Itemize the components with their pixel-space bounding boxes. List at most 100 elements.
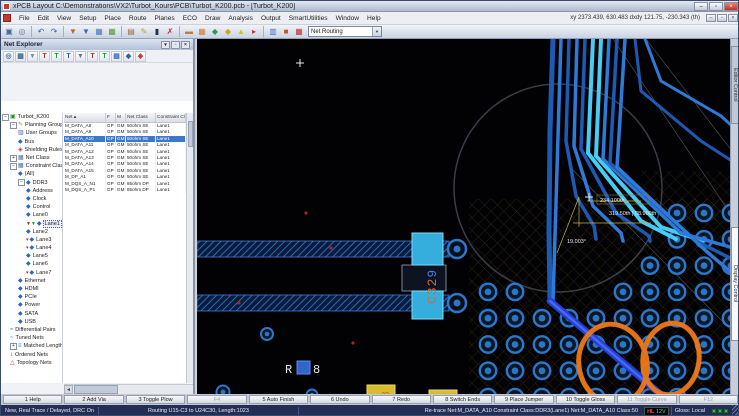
scheme-dropdown[interactable]: Net Routing ▼ [308,26,382,37]
table-vertical-scrollbar[interactable] [186,113,193,383]
tree-item-user-groups[interactable]: ▥ User Groups [1,129,62,137]
fkey-7-redo[interactable]: 7 Redo [371,395,431,404]
tree-item-lane7[interactable]: ▾ ◆ Lane7 [1,269,62,277]
menu-file[interactable]: File [15,15,34,22]
tree-item-pcie[interactable]: ◆ PCIe [1,293,62,301]
tree-item-lane5[interactable]: ◆ Lane5 [1,252,62,260]
calendar-icon[interactable]: ▦ [196,26,208,38]
grid-red-icon[interactable]: ▦ [293,26,305,38]
menu-setup[interactable]: Setup [75,15,100,22]
funnel2-icon[interactable]: ▼ [75,50,86,62]
cascade-icon[interactable]: ▥ [267,26,279,38]
expand-icon[interactable]: + [10,342,17,350]
tree-item-lane3[interactable]: ▾ ◆ Lane3 [1,236,62,244]
gem-green-icon[interactable]: ◆ [209,26,221,38]
menu-place[interactable]: Place [100,15,125,22]
gem-gold-icon[interactable]: ◆ [222,26,234,38]
panel-menu-button[interactable]: ▾ [161,40,170,49]
filter-blue-icon[interactable]: T [63,50,74,62]
minimize-button[interactable]: – [694,1,708,11]
filter-green2-icon[interactable]: T [99,50,110,62]
flask-icon[interactable]: ▮ [151,26,163,38]
save-icon[interactable]: ▣ [3,26,15,38]
place-pin-icon[interactable]: ▼ [67,26,79,38]
column-header-constraint-class[interactable]: Constraint Class [156,113,186,122]
scrollbar-thumb[interactable] [74,385,118,394]
tree-item-topology-nets[interactable]: △ Topology Nets [1,359,62,367]
menu-help[interactable]: Help [363,15,385,22]
tree-item-ddr3[interactable]: − ◆ DDR3 [1,179,62,187]
tree-item-net-class[interactable]: + ▦ Net Class [1,154,62,162]
warning-icon[interactable]: ▲ [235,26,247,38]
collapse-icon[interactable]: − [2,113,9,121]
tree-item-lane6[interactable]: ◆ Lane6 [1,260,62,268]
funnel-icon[interactable]: ▼ [27,50,38,62]
delete-icon[interactable]: ✗ [164,26,176,38]
scrollbar-thumb[interactable] [188,121,193,147]
tree-item-tuned-nets[interactable]: ~ Tuned Nets [1,334,62,342]
tree-item-clock[interactable]: ◆ Clock [1,195,62,203]
document-icon[interactable] [3,14,11,22]
collapse-icon[interactable]: − [10,121,17,129]
tab-editor-control[interactable]: Editor Control [731,46,738,124]
tree-item-lane4[interactable]: ▾ ◆ Lane4 [1,244,62,252]
table-row[interactable]: M_DQS_A_P1 GP GM 85ohm DP Lane1 [64,186,186,194]
fkey-3-toggle-plow[interactable]: 3 Toggle Plow [125,395,186,404]
tree-item-ethernet[interactable]: ◆ Ethernet [1,277,62,285]
menu-analysis[interactable]: Analysis [224,15,257,22]
fkey-2-add-via[interactable]: 2 Add Via [64,395,124,404]
collapse-icon[interactable]: − [10,162,17,170]
flag-icon[interactable]: ▸ [248,26,260,38]
menu-view[interactable]: View [53,15,75,22]
fkey-8-switch-ends[interactable]: 8 Switch Ends [432,395,493,404]
scroll-left-icon[interactable]: ◄ [64,385,73,394]
select-icon[interactable]: ◎ [3,50,14,62]
undo-icon[interactable]: ↶ [35,26,47,38]
table-horizontal-scrollbar[interactable]: ◄ [64,384,193,394]
tree-item-address[interactable]: ◆ Address [1,187,62,195]
panel-close-button[interactable]: × [181,40,190,49]
find-icon[interactable]: ◎ [16,26,28,38]
menu-window[interactable]: Window [332,15,363,22]
menu-eco[interactable]: ECO [179,15,201,22]
resize-grip[interactable] [732,405,738,415]
board-icon[interactable]: ▦ [106,26,118,38]
tree-item-bus[interactable]: ◆ Bus [1,138,62,146]
fkey-5-auto-finish[interactable]: 5 Auto Finish [248,395,309,404]
fkey-10-toggle-gloss[interactable]: 10 Toggle Gloss [555,395,616,404]
tree-item-control[interactable]: ◆ Control [1,203,62,211]
close-button[interactable]: × [724,1,738,11]
paint-icon[interactable]: ■ [280,26,292,38]
pencil-icon[interactable]: ✎ [138,26,150,38]
filter-red2-icon[interactable]: T [87,50,98,62]
tree-item-shielding-rules[interactable]: ◈ Shielding Rules [1,146,62,154]
mdi-minimize-button[interactable]: – [706,14,716,22]
tree-item-lane2[interactable]: ◆ Lane2 [1,228,62,236]
redo-icon[interactable]: ↷ [48,26,60,38]
column-header-net-class[interactable]: Net Class [126,113,156,122]
maximize-button[interactable]: ▫ [709,1,723,11]
tree-item-sata[interactable]: ◆ SATA [1,310,62,318]
collapse-icon[interactable]: − [18,179,25,187]
chevron-down-icon[interactable]: ▼ [372,27,381,36]
pcb-canvas[interactable]: C329 C63 R 8 [197,39,732,394]
notes-icon[interactable]: ▤ [125,26,137,38]
tree-item--all-[interactable]: ◆ (All) [1,170,62,178]
menu-route[interactable]: Route [125,15,151,22]
tree-item-turbot-k200[interactable]: − ▣ Turbot_K200 [1,113,62,121]
tree-item-lane1[interactable]: ▼▼ ◆ Lane1 [1,219,62,228]
tree-item-ordered-nets[interactable]: ↕ Ordered Nets [1,350,62,358]
fkey-6-undo[interactable]: 6 Undo [310,395,370,404]
fkey-1-help[interactable]: 1 Help [3,395,63,404]
filter-red-icon[interactable]: T [39,50,50,62]
tree-item-hdmi[interactable]: ◆ HDMI [1,285,62,293]
route-pin-icon[interactable]: ▼ [80,26,92,38]
net-explorer-header[interactable]: Net Explorer ▾ ▫ × [1,39,193,50]
column-header-m[interactable]: M [116,113,126,122]
menu-smartutilities[interactable]: SmartUtilities [285,15,332,22]
class-icon[interactable]: ◈ [135,50,146,62]
menu-output[interactable]: Output [257,15,285,22]
tree-item-power[interactable]: ◆ Power [1,301,62,309]
tree-item-lane0[interactable]: ◆ Lane0 [1,211,62,219]
column-header-net[interactable]: Net ▴ [64,113,106,122]
